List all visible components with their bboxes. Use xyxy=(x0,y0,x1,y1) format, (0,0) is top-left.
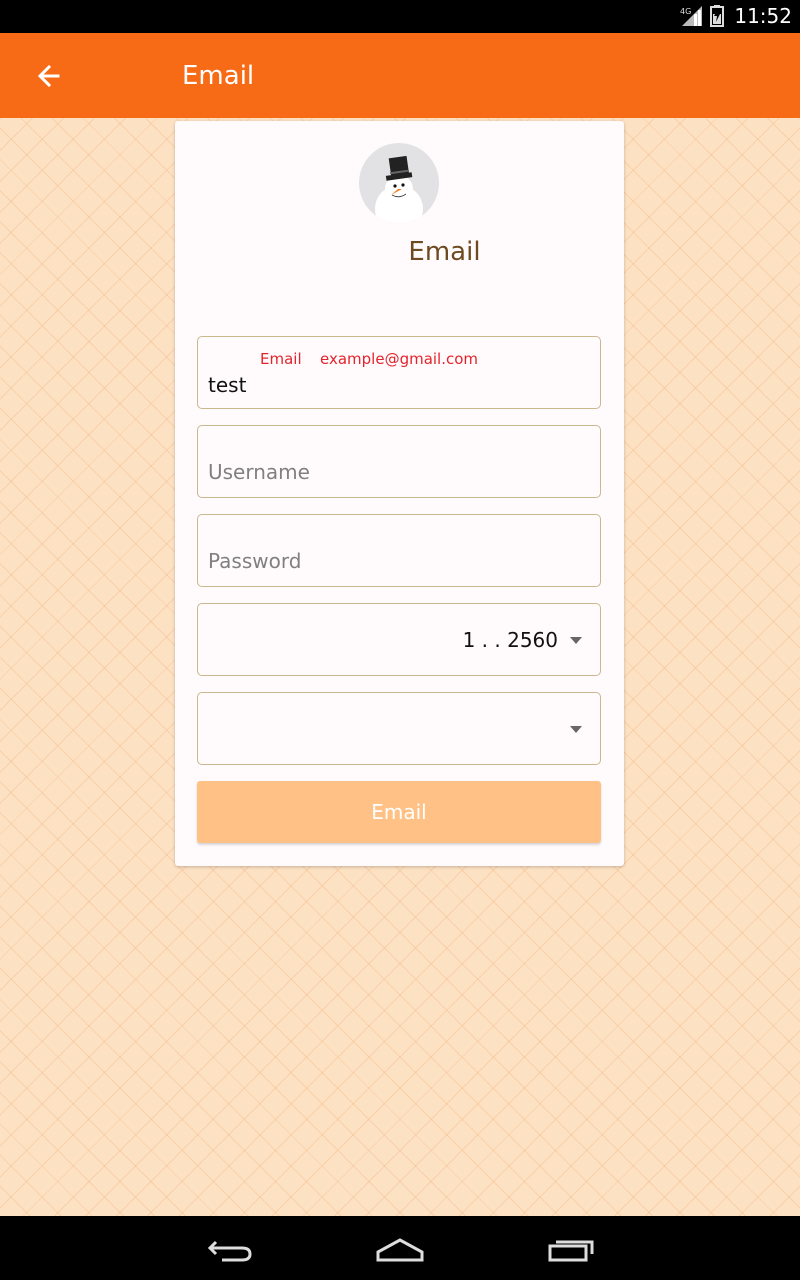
network-type-label: 4G xyxy=(680,7,691,16)
status-time: 11:52 xyxy=(734,4,792,28)
register-card: Email Email example@gmail.com test Usern… xyxy=(175,121,624,866)
card-title: Email xyxy=(408,237,481,267)
nav-recents-button[interactable] xyxy=(540,1230,600,1266)
back-nav-icon xyxy=(207,1240,252,1262)
nav-home-button[interactable] xyxy=(370,1230,430,1266)
email-error-label: Email xyxy=(260,350,302,368)
email-error-hint: example@gmail.com xyxy=(320,350,479,368)
recents-nav-icon xyxy=(548,1240,594,1262)
page-title: Email xyxy=(182,61,255,91)
password-field[interactable]: Password xyxy=(197,514,601,587)
dropdown-arrow-icon xyxy=(570,726,582,733)
dropdown-arrow-icon xyxy=(570,637,582,644)
submit-button[interactable]: Email xyxy=(197,781,601,843)
status-bar: 4G 11:52 xyxy=(0,0,800,33)
status-icons: 4G 11:52 xyxy=(680,5,792,27)
battery-icon xyxy=(710,5,725,27)
signal-icon: 4G xyxy=(680,6,703,26)
home-nav-icon xyxy=(376,1238,424,1262)
password-placeholder: Password xyxy=(208,549,302,573)
option-dropdown[interactable] xyxy=(197,692,601,765)
username-field[interactable]: Username xyxy=(197,425,601,498)
arrow-left-icon xyxy=(37,64,60,88)
app-bar: Email xyxy=(0,33,800,118)
nav-back-button[interactable] xyxy=(200,1230,260,1266)
snowman-icon xyxy=(375,155,423,223)
username-placeholder: Username xyxy=(208,460,310,484)
system-nav-bar xyxy=(0,1216,800,1280)
email-field[interactable]: Email example@gmail.com test xyxy=(197,336,601,409)
avatar xyxy=(359,143,439,223)
back-button[interactable] xyxy=(30,57,68,95)
email-input-value: test xyxy=(208,373,247,397)
birthdate-dropdown[interactable]: 1 . . 2560 xyxy=(197,603,601,676)
birthdate-value: 1 . . 2560 xyxy=(462,628,558,652)
